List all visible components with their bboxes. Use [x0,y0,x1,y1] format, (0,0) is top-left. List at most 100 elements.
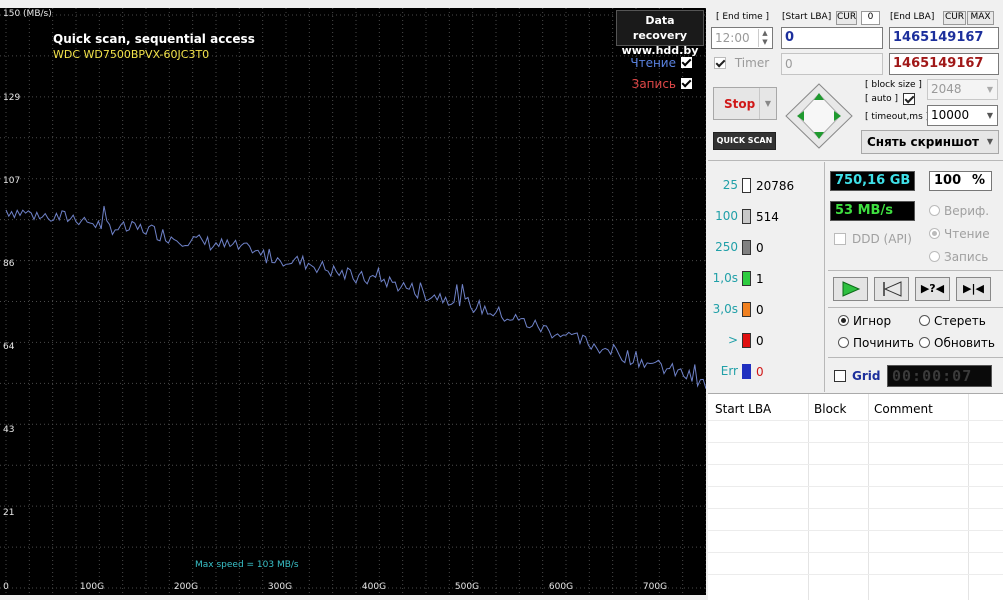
block-size-label: [ block size ] [865,80,922,90]
latency-stat-row: 3,0s 0 [708,300,828,318]
table-row [708,420,1003,421]
timeout-label: [ timeout,ms ] [865,112,930,122]
seek-button[interactable]: ▶?◀ [915,277,950,301]
bad-blocks-table[interactable]: Start LBA Block Comment [708,393,1003,600]
verify-radio[interactable] [929,205,940,216]
y-axis-label: 150 (MB/s) [3,9,52,19]
erase-radio-row[interactable]: Стереть [919,314,986,328]
play-icon [842,281,860,297]
latency-color-swatch [742,178,751,193]
erase-radio[interactable] [919,315,930,326]
timeout-value: 10000 [931,108,970,122]
ignore-radio[interactable] [838,315,849,326]
max-speed-label: Max speed = 103 MB/s [195,560,299,570]
table-row [708,464,1003,465]
start-cur-button[interactable]: CUR [836,11,857,25]
repair-radio-row[interactable]: Починить [838,336,914,350]
latency-stat-row: 100 514 [708,207,828,225]
time-spinner[interactable]: ▲ ▼ [758,29,771,47]
latency-stat-count: 0 [756,303,764,317]
brand-logo: Data recovery www.hdd.by [616,10,704,57]
write-radio[interactable] [929,251,940,262]
auto-checkbox[interactable] [903,93,915,105]
graph-title: Quick scan, sequential access [53,32,255,46]
end-cur-button[interactable]: CUR [943,11,966,25]
chevron-down-icon: ▼ [986,137,993,146]
chevron-down-icon[interactable]: ▼ [759,88,776,119]
play-button[interactable] [833,277,868,301]
end-max-button[interactable]: MAX [967,11,994,25]
legend-read-label: Чтение [630,56,676,70]
end-time-input[interactable]: 12:00 ▲ ▼ [711,27,773,49]
chevron-down-icon: ▼ [986,85,993,94]
latency-color-swatch [742,364,751,379]
legend-read[interactable]: Чтение [630,56,692,70]
step-icon: ▶|◀ [963,282,984,295]
percent-sign: % [971,173,985,188]
legend-write[interactable]: Запись [632,77,692,91]
read-label: Чтение [944,227,990,241]
reverse-button[interactable] [874,277,909,301]
chevron-down-icon: ▼ [986,111,993,120]
x-axis-label: 500G [454,582,480,592]
x-axis-label: 200G [173,582,199,592]
latency-stat-row: Err 0 [708,362,828,380]
repair-radio[interactable] [838,337,849,348]
step-button[interactable]: ▶|◀ [956,277,991,301]
write-radio-row[interactable]: Запись [929,250,988,264]
end-lba-input[interactable]: 1465149167 [889,27,999,49]
latency-stat-label: 250 [715,240,738,254]
column-divider [968,394,969,600]
speed-chart [0,8,706,595]
timer-checkbox-row[interactable]: Timer [714,56,769,70]
drive-model: WDC WD7500BPVX-60JC3T0 [53,48,210,61]
elapsed-timer: 00:00:07 [887,365,992,387]
column-header-comment[interactable]: Comment [874,402,933,416]
legend-write-label: Запись [631,77,676,91]
x-axis-label: 400G [361,582,387,592]
separator [824,162,825,392]
latency-color-swatch [742,209,751,224]
screenshot-label: Снять скриншот [867,135,980,149]
timer-checkbox[interactable] [714,57,726,69]
refresh-radio[interactable] [919,337,930,348]
progress-percent: 100 [934,173,962,188]
separator [828,307,1003,308]
table-row [708,574,1003,575]
write-label: Запись [944,250,989,264]
grid-checkbox[interactable] [834,370,846,382]
y-axis-label: 43 [3,425,15,435]
refresh-radio-row[interactable]: Обновить [919,336,995,350]
column-header-start-lba[interactable]: Start LBA [715,402,771,416]
end-time-value: 12:00 [715,31,750,45]
ddd-checkbox-row[interactable]: DDD (API) [834,232,912,246]
ignore-radio-row[interactable]: Игнор [838,314,891,328]
latency-stat-label: > [727,333,738,347]
table-row [708,508,1003,509]
x-axis-label: 600G [548,582,574,592]
column-header-block[interactable]: Block [814,402,846,416]
end-time-label: [ End time ] [716,12,770,22]
capacity-display: 750,16 GB [830,171,915,191]
legend-read-checkbox[interactable] [681,57,692,68]
block-size-select[interactable]: 2048 ▼ [927,79,998,100]
screenshot-button[interactable]: Снять скриншот ▼ [861,130,999,154]
verify-radio-row[interactable]: Вериф. [929,204,989,218]
read-radio-row[interactable]: Чтение [929,227,990,241]
direction-pad[interactable] [784,82,854,150]
latency-stat-label: 100 [715,209,738,223]
erase-label: Стереть [934,314,986,328]
auto-label: [ auto ] [865,94,898,104]
latency-color-swatch [742,240,751,255]
progress-display: 100 % [929,171,992,191]
ddd-checkbox[interactable] [834,233,846,245]
quick-scan-button[interactable]: QUICK SCAN [713,132,776,150]
x-axis-label: 0 [3,582,9,592]
read-radio[interactable] [929,228,940,239]
timeout-select[interactable]: 10000 ▼ [927,105,998,126]
latency-stat-count: 0 [756,365,764,379]
start-lba-input[interactable]: 0 [781,27,883,49]
grid-checkbox-row[interactable]: Grid [834,369,880,383]
legend-write-checkbox[interactable] [681,78,692,89]
stop-button[interactable]: Stop ▼ [713,87,777,120]
